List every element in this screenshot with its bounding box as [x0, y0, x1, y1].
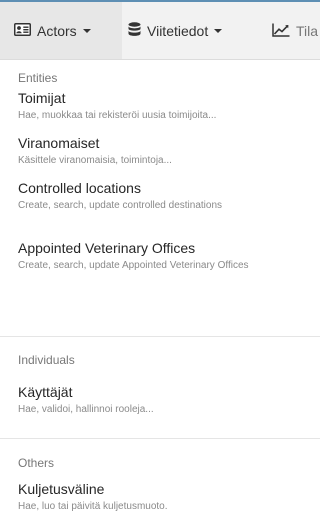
menu-item-description: Hae, muokkaa tai rekisteröi uusia toimij… — [18, 110, 217, 121]
menu-item-description: Hae, luo tai päivitä kuljetusmuoto. — [18, 501, 168, 512]
viitetiedot-label: Viitetiedot — [147, 23, 209, 39]
actors-dropdown-toggle[interactable]: Actors — [0, 2, 122, 59]
menu-item-description: Create, search, update Appointed Veterin… — [18, 260, 249, 271]
top-navbar: Actors Viitetiedot Tila — [0, 0, 320, 60]
section-divider — [0, 336, 320, 337]
section-divider — [0, 438, 320, 439]
menu-item-title: Toimijat — [18, 90, 66, 106]
viitetiedot-dropdown-toggle[interactable]: Viitetiedot — [128, 2, 260, 59]
actors-label: Actors — [37, 23, 77, 39]
menu-item-controlled-locations[interactable]: Controlled locations Create, search, upd… — [18, 180, 313, 213]
caret-down-icon — [82, 29, 91, 33]
menu-item-appointed-veterinary-offices[interactable]: Appointed Veterinary Offices Create, sea… — [18, 240, 313, 273]
menu-item-title: Appointed Veterinary Offices — [18, 240, 196, 256]
actors-dropdown-menu: Entities Toimijat Hae, muokkaa tai rekis… — [0, 60, 320, 521]
menu-item-description: Käsittele viranomaisia, toimintoja... — [18, 155, 172, 166]
menu-item-viranomaiset[interactable]: Viranomaiset Käsittele viranomaisia, toi… — [18, 135, 313, 168]
menu-item-title: Viranomaiset — [18, 135, 100, 151]
section-header-individuals: Individuals — [18, 353, 75, 367]
line-chart-icon — [272, 23, 290, 40]
caret-down-icon — [214, 29, 223, 33]
tila-nav-item[interactable]: Tila — [272, 2, 320, 59]
tila-label: Tila — [296, 23, 319, 39]
database-icon — [128, 22, 141, 40]
menu-item-kuljetusvaline[interactable]: Kuljetusväline Hae, luo tai päivitä kulj… — [18, 481, 313, 514]
menu-item-toimijat[interactable]: Toimijat Hae, muokkaa tai rekisteröi uus… — [18, 90, 313, 123]
menu-item-description: Create, search, update controlled destin… — [18, 200, 223, 211]
menu-item-kayttajat[interactable]: Käyttäjät Hae, validoi, hallinnoi roolej… — [18, 384, 313, 417]
menu-item-title: Käyttäjät — [18, 384, 73, 400]
menu-item-description: Hae, validoi, hallinnoi rooleja... — [18, 404, 154, 415]
menu-item-title: Controlled locations — [18, 180, 141, 196]
menu-item-title: Kuljetusväline — [18, 481, 105, 497]
section-header-entities: Entities — [18, 71, 58, 85]
section-header-others: Others — [18, 456, 55, 470]
id-card-icon — [14, 23, 31, 39]
